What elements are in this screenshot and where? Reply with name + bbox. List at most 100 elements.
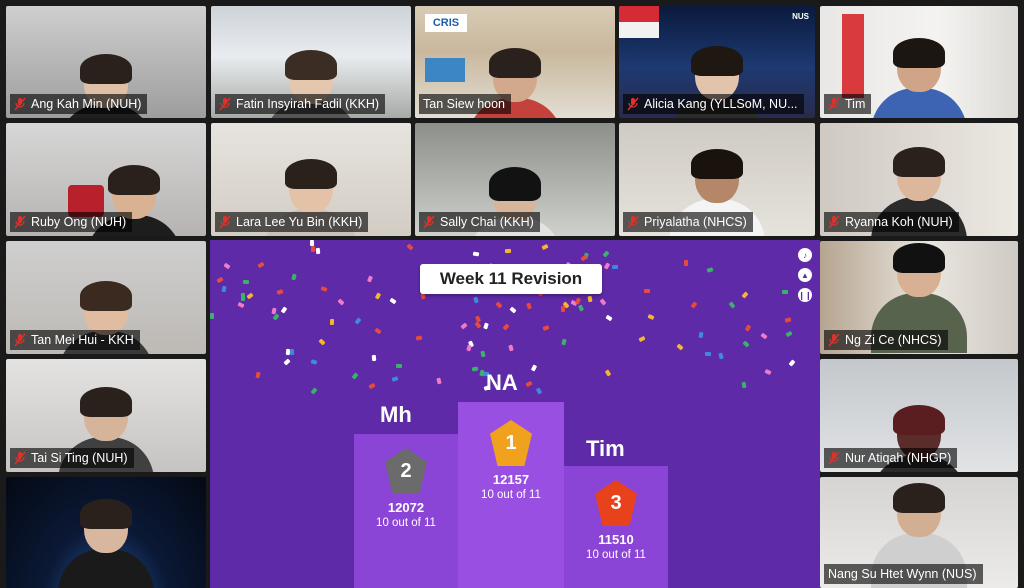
participant-name: Nang Su Htet Wynn (NUS)	[828, 567, 977, 581]
video-tile-ryanna-koh[interactable]: Ryanna Koh (NUH)	[820, 123, 1018, 236]
muted-mic-icon	[219, 97, 231, 111]
confetti-piece	[480, 350, 486, 358]
confetti-piece	[391, 376, 399, 383]
nameplate: Tim	[824, 94, 872, 114]
video-tile-space-background[interactable]	[6, 477, 206, 588]
confetti-piece	[389, 297, 397, 305]
confetti-piece	[320, 285, 328, 292]
confetti-piece	[290, 348, 295, 355]
confetti-piece	[741, 291, 749, 299]
nameplate: Tan Siew hoon	[419, 94, 512, 114]
video-tile-ng-zi-ce[interactable]: Ng Zi Ce (NHCS)	[820, 241, 1018, 354]
participant-name: Fatin Insyirah Fadil (KKH)	[236, 97, 380, 111]
confetti-piece	[531, 364, 538, 372]
video-tile-tim[interactable]: Tim	[820, 6, 1018, 118]
nameplate: Tai Si Ting (NUH)	[10, 448, 134, 468]
confetti-piece	[638, 335, 646, 342]
participant-name: Priyalatha (NHCS)	[644, 215, 747, 229]
video-tile-ang-kah-min[interactable]: Ang Kah Min (NUH)	[6, 6, 206, 118]
confetti-piece	[578, 304, 585, 312]
confetti-piece	[604, 262, 611, 270]
video-tile-fatin[interactable]: Fatin Insyirah Fadil (KKH)	[211, 6, 411, 118]
muted-mic-icon	[14, 451, 26, 465]
confetti-piece	[505, 248, 512, 253]
muted-mic-icon	[828, 333, 840, 347]
quiz-title: Week 11 Revision	[420, 264, 602, 294]
confetti-piece	[310, 359, 318, 366]
confetti-piece	[210, 313, 215, 320]
volume-icon[interactable]: ▲	[798, 268, 812, 282]
confetti-piece	[472, 296, 479, 304]
video-tile-tai-si-ting[interactable]: Tai Si Ting (NUH)	[6, 359, 206, 472]
confetti-piece	[474, 321, 482, 330]
confetti-piece	[604, 369, 612, 378]
nus-logo: NUS	[792, 12, 809, 21]
nameplate: Nang Su Htet Wynn (NUS)	[824, 564, 983, 584]
confetti-piece	[246, 292, 255, 300]
first-place-score: 12157	[492, 472, 530, 487]
participant-name: Ng Zi Ce (NHCS)	[845, 333, 942, 347]
confetti-piece	[367, 274, 374, 283]
video-tile-sally-chai[interactable]: Sally Chai (KKH)	[415, 123, 615, 236]
confetti-piece	[704, 352, 711, 357]
muted-mic-icon	[627, 97, 639, 111]
pause-icon[interactable]: ❙❙	[798, 288, 812, 302]
confetti-piece	[785, 331, 793, 338]
third-place-name: Tim	[586, 436, 625, 461]
confetti-piece	[318, 338, 326, 346]
nameplate: Lara Lee Yu Bin (KKH)	[215, 212, 369, 232]
confetti-piece	[242, 279, 250, 284]
confetti-piece	[580, 254, 588, 262]
video-tile-tan-siew-hoon[interactable]: CRIS Tan Siew hoon	[415, 6, 615, 118]
podium-second: 2 12072 10 out of 11	[354, 434, 458, 588]
video-tile-tan-mei-hui[interactable]: Tan Mei Hui - KKH	[6, 241, 206, 354]
video-tile-priyalatha[interactable]: Priyalatha (NHCS)	[619, 123, 815, 236]
podium-first: 1 12157 10 out of 11	[458, 402, 564, 588]
nameplate: Fatin Insyirah Fadil (KKH)	[215, 94, 386, 114]
shared-screen-quiz: Week 11 Revision ♪ ▲ ❙❙ Mh NA Tim 2 1207…	[210, 240, 820, 588]
confetti-piece	[507, 344, 514, 352]
confetti-piece	[276, 289, 284, 295]
nameplate: Ang Kah Min (NUH)	[10, 94, 148, 114]
nameplate: Alicia Kang (YLLSoM, NU...	[623, 94, 804, 114]
muted-mic-icon	[219, 215, 231, 229]
confetti-piece	[561, 338, 567, 346]
video-tile-alicia-kang[interactable]: NUS Alicia Kang (YLLSoM, NU...	[619, 6, 815, 118]
confetti-piece	[351, 372, 359, 380]
confetti-piece	[729, 301, 736, 309]
confetti-piece	[587, 295, 593, 302]
confetti-piece	[526, 302, 532, 310]
confetti-piece	[647, 313, 655, 320]
confetti-piece	[788, 359, 796, 367]
sound-icon[interactable]: ♪	[798, 248, 812, 262]
confetti-piece	[406, 243, 414, 251]
video-tile-nur-atiqah[interactable]: Nur Atiqah (NHGP)	[820, 359, 1018, 472]
confetti-piece	[706, 267, 714, 273]
video-tile-lara-lee[interactable]: Lara Lee Yu Bin (KKH)	[211, 123, 411, 236]
confetti-piece	[374, 327, 382, 335]
nameplate: Ruby Ong (NUH)	[10, 212, 133, 232]
confetti-piece	[396, 363, 403, 368]
muted-mic-icon	[423, 215, 435, 229]
confetti-piece	[374, 292, 381, 300]
nameplate: Ng Zi Ce (NHCS)	[824, 330, 948, 350]
confetti-piece	[561, 306, 566, 313]
nameplate: Nur Atiqah (NHGP)	[824, 448, 958, 468]
confetti-piece	[482, 322, 489, 330]
participant-name: Tai Si Ting (NUH)	[31, 451, 128, 465]
confetti-piece	[310, 387, 318, 395]
confetti-piece	[459, 322, 468, 330]
confetti-piece	[745, 324, 752, 332]
muted-mic-icon	[627, 215, 639, 229]
background-object	[842, 14, 864, 98]
confetti-piece	[535, 387, 543, 396]
second-place-correct: 10 out of 11	[376, 517, 436, 529]
confetti-piece	[240, 292, 245, 299]
muted-mic-icon	[14, 333, 26, 347]
participant-name: Alicia Kang (YLLSoM, NU...	[644, 97, 798, 111]
video-tile-ruby-ong[interactable]: Ruby Ong (NUH)	[6, 123, 206, 236]
confetti-piece	[676, 343, 684, 351]
confetti-piece	[612, 264, 619, 269]
video-tile-nang-su-htet-wynn[interactable]: Nang Su Htet Wynn (NUS)	[820, 477, 1018, 588]
confetti-piece	[575, 297, 582, 305]
